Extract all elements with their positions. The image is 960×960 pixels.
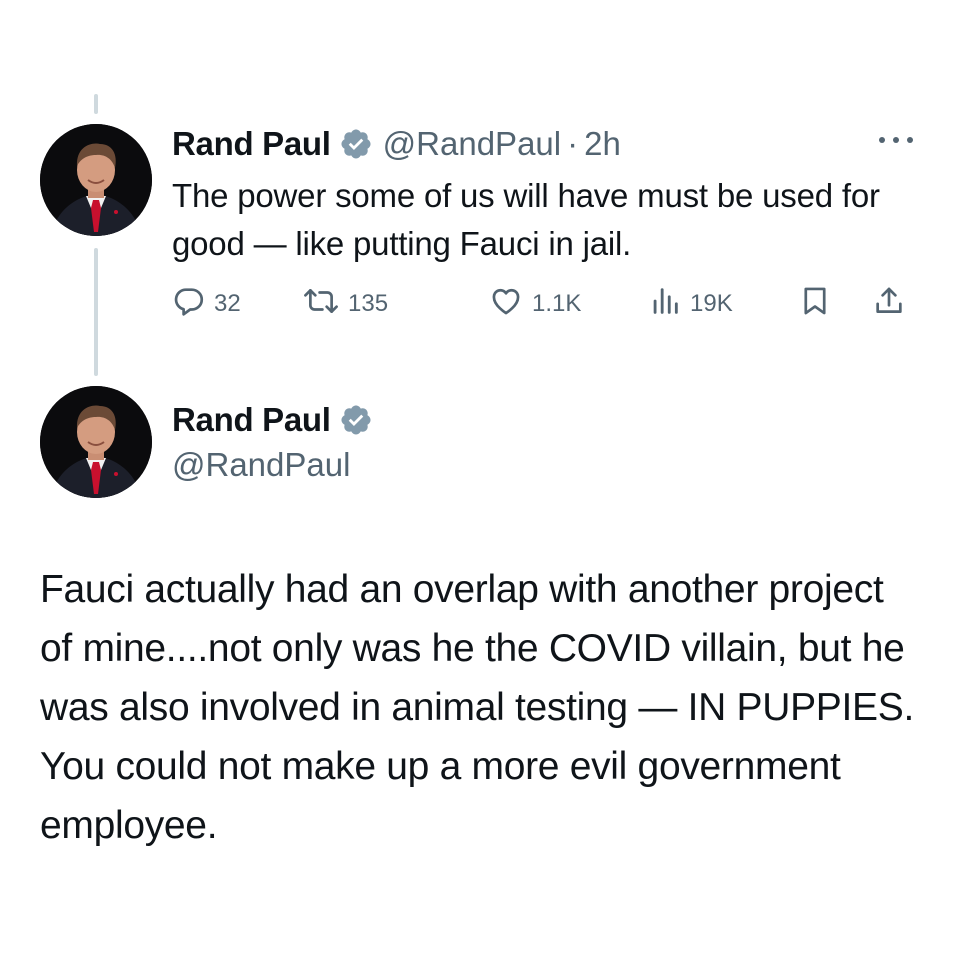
views-button[interactable]: 19K <box>648 282 733 326</box>
tweet-header: Rand Paul @RandPaul · 2h <box>172 124 621 164</box>
repost-icon <box>302 284 348 325</box>
tweet-actions: 32 135 1.1K 19K <box>172 282 922 326</box>
tweet-text: The power some of us will have must be u… <box>172 177 880 262</box>
timestamp[interactable]: 2h <box>584 125 621 163</box>
heart-icon <box>488 284 532 325</box>
author-name[interactable]: Rand Paul <box>172 401 331 439</box>
thread-line-bottom <box>94 248 98 376</box>
author-name[interactable]: Rand Paul <box>172 125 331 163</box>
more-dots-icon[interactable] <box>874 128 918 152</box>
reply-button[interactable]: 32 <box>172 282 241 326</box>
reply-icon <box>172 284 214 325</box>
verified-badge-icon[interactable] <box>339 403 373 437</box>
reply-count: 32 <box>214 290 241 317</box>
thread-line-top <box>94 94 98 114</box>
bookmark-icon <box>798 284 840 325</box>
avatar[interactable] <box>40 124 152 236</box>
views-count: 19K <box>690 290 733 317</box>
separator-dot: · <box>567 125 579 162</box>
avatar[interactable] <box>40 386 152 498</box>
like-button[interactable]: 1.1K <box>488 282 581 326</box>
share-button[interactable] <box>872 282 914 326</box>
views-chart-icon <box>648 284 690 325</box>
bookmark-button[interactable] <box>798 282 840 326</box>
like-count: 1.1K <box>532 290 582 317</box>
quoted-tweet-header: Rand Paul <box>172 400 373 440</box>
repost-count: 135 <box>348 290 389 317</box>
verified-badge-icon[interactable] <box>339 127 373 161</box>
repost-button[interactable]: 135 <box>302 282 388 326</box>
author-handle[interactable]: @RandPaul <box>383 125 561 163</box>
share-icon <box>872 284 914 325</box>
quoted-tweet-text: Fauci actually had an overlap with anoth… <box>40 568 915 847</box>
author-handle[interactable]: @RandPaul <box>172 446 350 484</box>
